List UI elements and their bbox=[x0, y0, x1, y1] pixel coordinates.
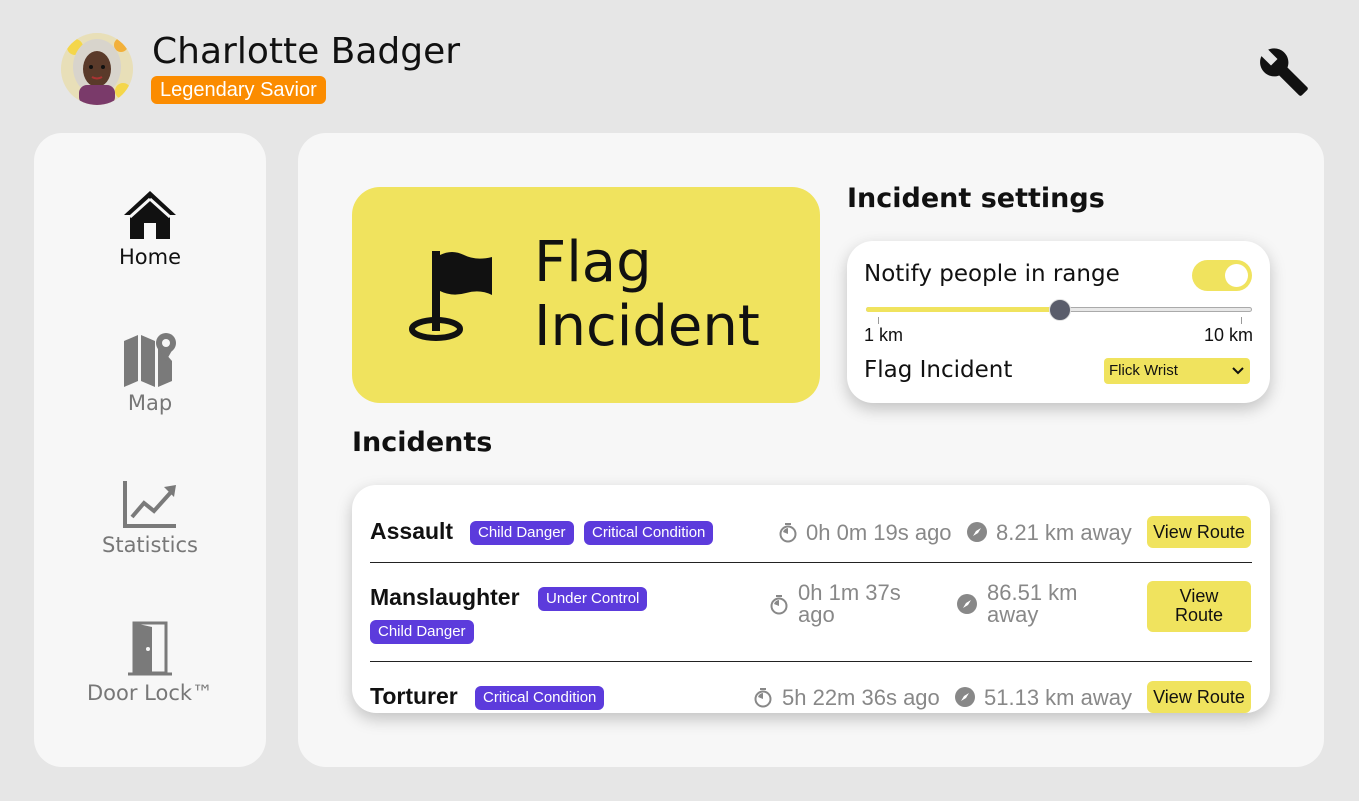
flag-gesture-select[interactable]: Flick Wrist bbox=[1104, 358, 1250, 384]
flag-incident-button[interactable]: Flag Incident bbox=[352, 187, 820, 403]
range-slider[interactable] bbox=[866, 299, 1252, 321]
flag-gesture-label: Flag Incident bbox=[864, 357, 1013, 383]
flag-incident-label: Flag Incident bbox=[534, 231, 760, 359]
incident-time-line2: ago bbox=[798, 602, 835, 627]
incident-tag: Critical Condition bbox=[475, 686, 605, 710]
user-avatar[interactable] bbox=[61, 33, 133, 105]
incident-distance-line2: away bbox=[987, 602, 1039, 627]
incident-tag: Child Danger bbox=[470, 521, 574, 545]
incident-name: Torturer bbox=[370, 683, 458, 709]
nav-item-map[interactable]: Map bbox=[34, 331, 266, 415]
view-route-button[interactable]: View Route bbox=[1147, 516, 1251, 548]
incident-settings-card: Notify people in range 1 km 10 km Flag I… bbox=[847, 241, 1270, 403]
rank-badge: Legendary Savior bbox=[151, 76, 326, 104]
stopwatch-icon bbox=[770, 595, 788, 615]
map-icon bbox=[124, 333, 176, 387]
notify-toggle[interactable] bbox=[1192, 260, 1252, 291]
wrench-icon bbox=[1260, 48, 1308, 96]
stopwatch-icon bbox=[779, 523, 797, 543]
incident-name: Assault bbox=[370, 518, 454, 544]
compass-icon bbox=[967, 522, 987, 542]
range-max-label: 10 km bbox=[1203, 325, 1253, 345]
incident-distance: 86.51 km away bbox=[987, 582, 1078, 626]
wrench-settings-button[interactable] bbox=[1256, 46, 1312, 98]
view-route-line1: View bbox=[1179, 586, 1219, 606]
incident-time: 0h 0m 19s ago bbox=[806, 520, 952, 545]
incident-tag: Child Danger bbox=[370, 620, 474, 644]
incident-time: 5h 22m 36s ago bbox=[782, 685, 940, 710]
incident-distance: 8.21 km away bbox=[996, 520, 1132, 545]
incident-time-line1: 0h 1m 37s bbox=[798, 580, 901, 605]
incident-name: Manslaughter bbox=[370, 584, 520, 610]
range-slider-fill bbox=[866, 307, 1059, 312]
view-route-button[interactable]: View Route bbox=[1147, 681, 1251, 713]
incidents-list: Assault Child Danger Critical Condition … bbox=[352, 485, 1270, 713]
nav-item-door-lock[interactable]: Door Lock™ bbox=[34, 619, 266, 705]
notify-label: Notify people in range bbox=[864, 261, 1120, 287]
toggle-knob bbox=[1225, 264, 1248, 287]
incident-distance-line1: 86.51 km bbox=[987, 580, 1078, 605]
nav-label-map: Map bbox=[127, 391, 173, 415]
flag-label-line2: Incident bbox=[534, 294, 760, 359]
flag-icon bbox=[409, 251, 492, 341]
compass-icon bbox=[955, 687, 975, 707]
door-icon bbox=[128, 621, 172, 676]
row-divider bbox=[370, 562, 1252, 563]
nav-item-statistics[interactable]: Statistics bbox=[34, 479, 266, 557]
user-name: Charlotte Badger bbox=[152, 31, 461, 72]
slider-tick-max bbox=[1241, 317, 1242, 324]
main-panel: Flag Incident Incident settings Notify p… bbox=[298, 133, 1324, 767]
incidents-title: Incidents bbox=[352, 427, 493, 458]
range-min-label: 1 km bbox=[864, 325, 904, 345]
flag-gesture-value: Flick Wrist bbox=[1109, 362, 1178, 379]
incident-settings-title: Incident settings bbox=[847, 183, 1105, 214]
row-divider bbox=[370, 661, 1252, 662]
chart-line-icon bbox=[123, 481, 176, 528]
nav-label-home: Home bbox=[118, 245, 181, 269]
view-route-line2: Route bbox=[1174, 605, 1224, 625]
slider-tick-min bbox=[878, 317, 879, 324]
range-slider-thumb[interactable] bbox=[1049, 299, 1071, 321]
flag-label-line1: Flag bbox=[534, 230, 652, 295]
incident-tag: Critical Condition bbox=[584, 521, 714, 545]
chevron-down-icon bbox=[1232, 367, 1244, 375]
nav-label-statistics: Statistics bbox=[102, 533, 198, 557]
view-route-button[interactable]: View Route bbox=[1147, 581, 1251, 632]
compass-icon bbox=[957, 594, 977, 614]
incident-time: 0h 1m 37s ago bbox=[798, 582, 901, 626]
incident-distance: 51.13 km away bbox=[984, 685, 1132, 710]
incident-tag: Under Control bbox=[538, 587, 648, 611]
home-icon bbox=[124, 191, 176, 239]
sidebar-nav: Home Map Statistics Door Lock™ bbox=[34, 133, 266, 767]
nav-label-door-lock: Door Lock™ bbox=[86, 681, 214, 705]
nav-item-home[interactable]: Home bbox=[34, 189, 266, 269]
stopwatch-icon bbox=[754, 688, 772, 708]
